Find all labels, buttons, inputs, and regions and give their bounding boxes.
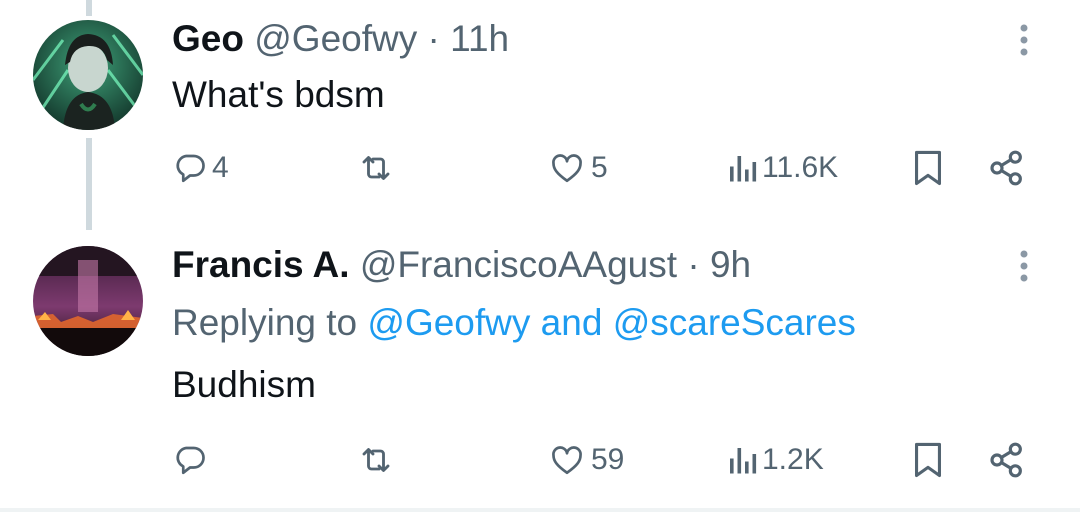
display-name[interactable]: Geo — [172, 18, 244, 59]
more-icon — [1020, 250, 1028, 282]
more-button[interactable] — [1006, 244, 1042, 288]
share-button[interactable] — [987, 438, 1027, 482]
reply-icon — [176, 154, 205, 183]
retweet-icon — [362, 156, 390, 180]
bookmark-icon — [914, 150, 942, 186]
retweet-button[interactable] — [356, 438, 400, 482]
share-button[interactable] — [987, 146, 1027, 190]
tweet-actions: 4 5 11.6K — [0, 146, 1080, 190]
like-count: 5 — [591, 151, 608, 184]
view-count: 1.2K — [762, 443, 824, 476]
mention-link[interactable]: @scareScares — [613, 302, 856, 343]
reply-button[interactable] — [172, 438, 212, 482]
tweet-actions: 59 1.2K — [0, 438, 1080, 482]
retweet-button[interactable] — [356, 146, 400, 190]
tweet-text: What's bdsm — [172, 74, 385, 115]
views-button[interactable]: 1.2K — [726, 438, 824, 482]
reply-icon — [176, 446, 205, 475]
tweet-header: Geo @Geofwy · 11h — [172, 17, 509, 61]
share-icon — [990, 150, 1022, 186]
retweet-icon — [362, 448, 390, 472]
divider — [0, 508, 1080, 512]
bookmark-button[interactable] — [910, 146, 946, 190]
reply-count: 4 — [212, 151, 229, 184]
display-name[interactable]: Francis A. — [172, 244, 350, 285]
avatar[interactable] — [33, 246, 143, 356]
like-button[interactable]: 59 — [547, 438, 624, 482]
bookmark-icon — [914, 442, 942, 478]
thread-line-top — [86, 0, 92, 16]
mention-conjunction: and — [540, 302, 603, 343]
heart-icon — [552, 446, 582, 475]
more-icon — [1020, 24, 1028, 56]
replying-to-label: Replying to — [172, 302, 358, 343]
tweet-header: Francis A. @FranciscoAAgust · 9h — [172, 243, 751, 287]
views-button[interactable]: 11.6K — [726, 146, 838, 190]
avatar[interactable] — [33, 20, 143, 130]
share-icon — [990, 442, 1022, 478]
view-count: 11.6K — [762, 151, 839, 184]
heart-icon — [552, 154, 582, 183]
timestamp[interactable]: 11h — [450, 18, 509, 59]
separator: · — [427, 18, 440, 59]
like-button[interactable]: 5 — [547, 146, 608, 190]
replying-to: Replying to @Geofwy and @scareScares — [172, 300, 856, 346]
views-icon — [730, 156, 757, 182]
views-icon — [730, 448, 757, 474]
tweet-text: Budhism — [172, 364, 316, 405]
timestamp[interactable]: 9h — [710, 244, 751, 285]
user-handle[interactable]: @Geofwy — [254, 18, 417, 59]
separator: · — [687, 244, 700, 285]
like-count: 59 — [591, 443, 625, 476]
bookmark-button[interactable] — [910, 438, 946, 482]
mention-link[interactable]: @Geofwy — [367, 302, 530, 343]
user-handle[interactable]: @FranciscoAAgust — [360, 244, 677, 285]
more-button[interactable] — [1006, 18, 1042, 62]
reply-button[interactable]: 4 — [172, 146, 229, 190]
